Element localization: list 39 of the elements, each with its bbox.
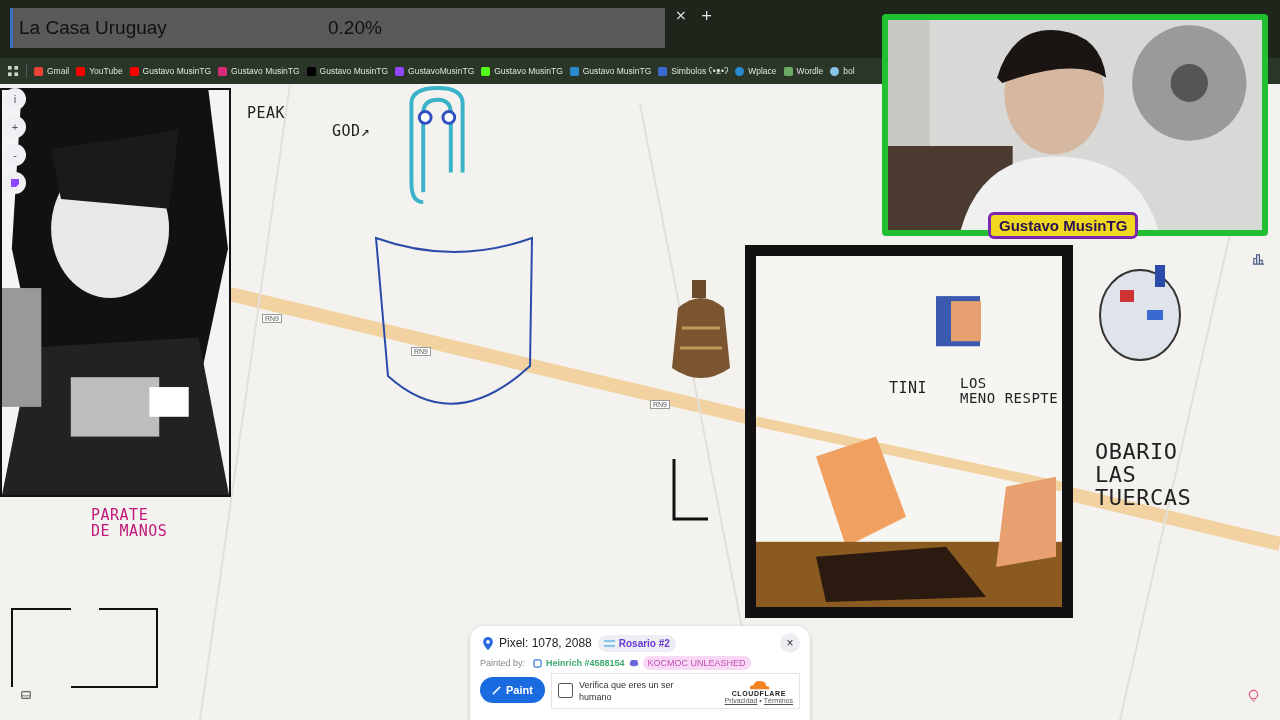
pixel-art-text: TINI	[889, 381, 928, 397]
map-pin-icon	[483, 636, 493, 650]
paint-button[interactable]: Paint	[480, 677, 545, 703]
pixel-map[interactable]	[0, 84, 1280, 720]
apps-grid-icon[interactable]	[8, 65, 19, 77]
layers-icon[interactable]	[20, 689, 32, 701]
pixel-art-text: LOS MENO RESPTE	[960, 376, 1059, 406]
bookmark-link[interactable]: Gustavo MusinTG	[129, 66, 212, 76]
overlay-percent: 0.20%	[328, 17, 382, 39]
region-badge[interactable]: Rosario #2	[597, 634, 676, 652]
pixel-art-text: OBARIO LAS TUERCAS	[1095, 440, 1192, 510]
location-pin-icon[interactable]	[1247, 689, 1260, 702]
bookmark-link[interactable]: YouTube	[76, 66, 123, 76]
bookmark-link[interactable]: Gustavo MusinTG	[481, 66, 563, 76]
overlay-title: La Casa Uruguay	[19, 17, 168, 39]
pixel-art-text: GOD↗	[332, 124, 371, 140]
close-button[interactable]: ×	[780, 633, 800, 653]
close-tab-button[interactable]: ×	[671, 8, 691, 22]
bookmark-link[interactable]: Gustavo MusinTG	[306, 66, 389, 76]
bookmark-link[interactable]: Gustavo MusinTG	[569, 66, 652, 76]
pixel-art-text: PEAK	[247, 106, 286, 122]
bookmark-link[interactable]: bol	[830, 66, 855, 76]
bookmark-link[interactable]: Gustavo MusinTG	[218, 66, 300, 76]
bookmark-link[interactable]: Gmail	[34, 66, 70, 76]
new-tab-button[interactable]: +	[696, 8, 717, 22]
captcha-label: Verifica que eres un ser humano	[578, 679, 675, 704]
bookmark-link[interactable]: Wplace	[735, 66, 777, 76]
bar-chart-icon[interactable]	[1252, 252, 1265, 265]
checkbox[interactable]	[557, 683, 573, 698]
bookmark-link[interactable]: Wordle	[783, 66, 824, 76]
pixel-art-text: PARATE DE MANOS	[91, 508, 168, 540]
pixel-coordinates: Pixel: 1078, 2088	[499, 636, 592, 650]
painted-by-label: Painted by:	[480, 658, 526, 668]
bookmark-link[interactable]: GustavoMusinTG	[395, 66, 475, 76]
brush-icon	[492, 685, 501, 695]
alliance-badge: KOCMOC UNLEASHED	[642, 656, 751, 670]
bookmark-link[interactable]: Simbolos ʕ•ᴥ•ʔ	[658, 66, 729, 76]
streamer-name-banner: Gustavo MusinTG	[988, 212, 1139, 239]
l-shape-drawing	[670, 459, 710, 523]
